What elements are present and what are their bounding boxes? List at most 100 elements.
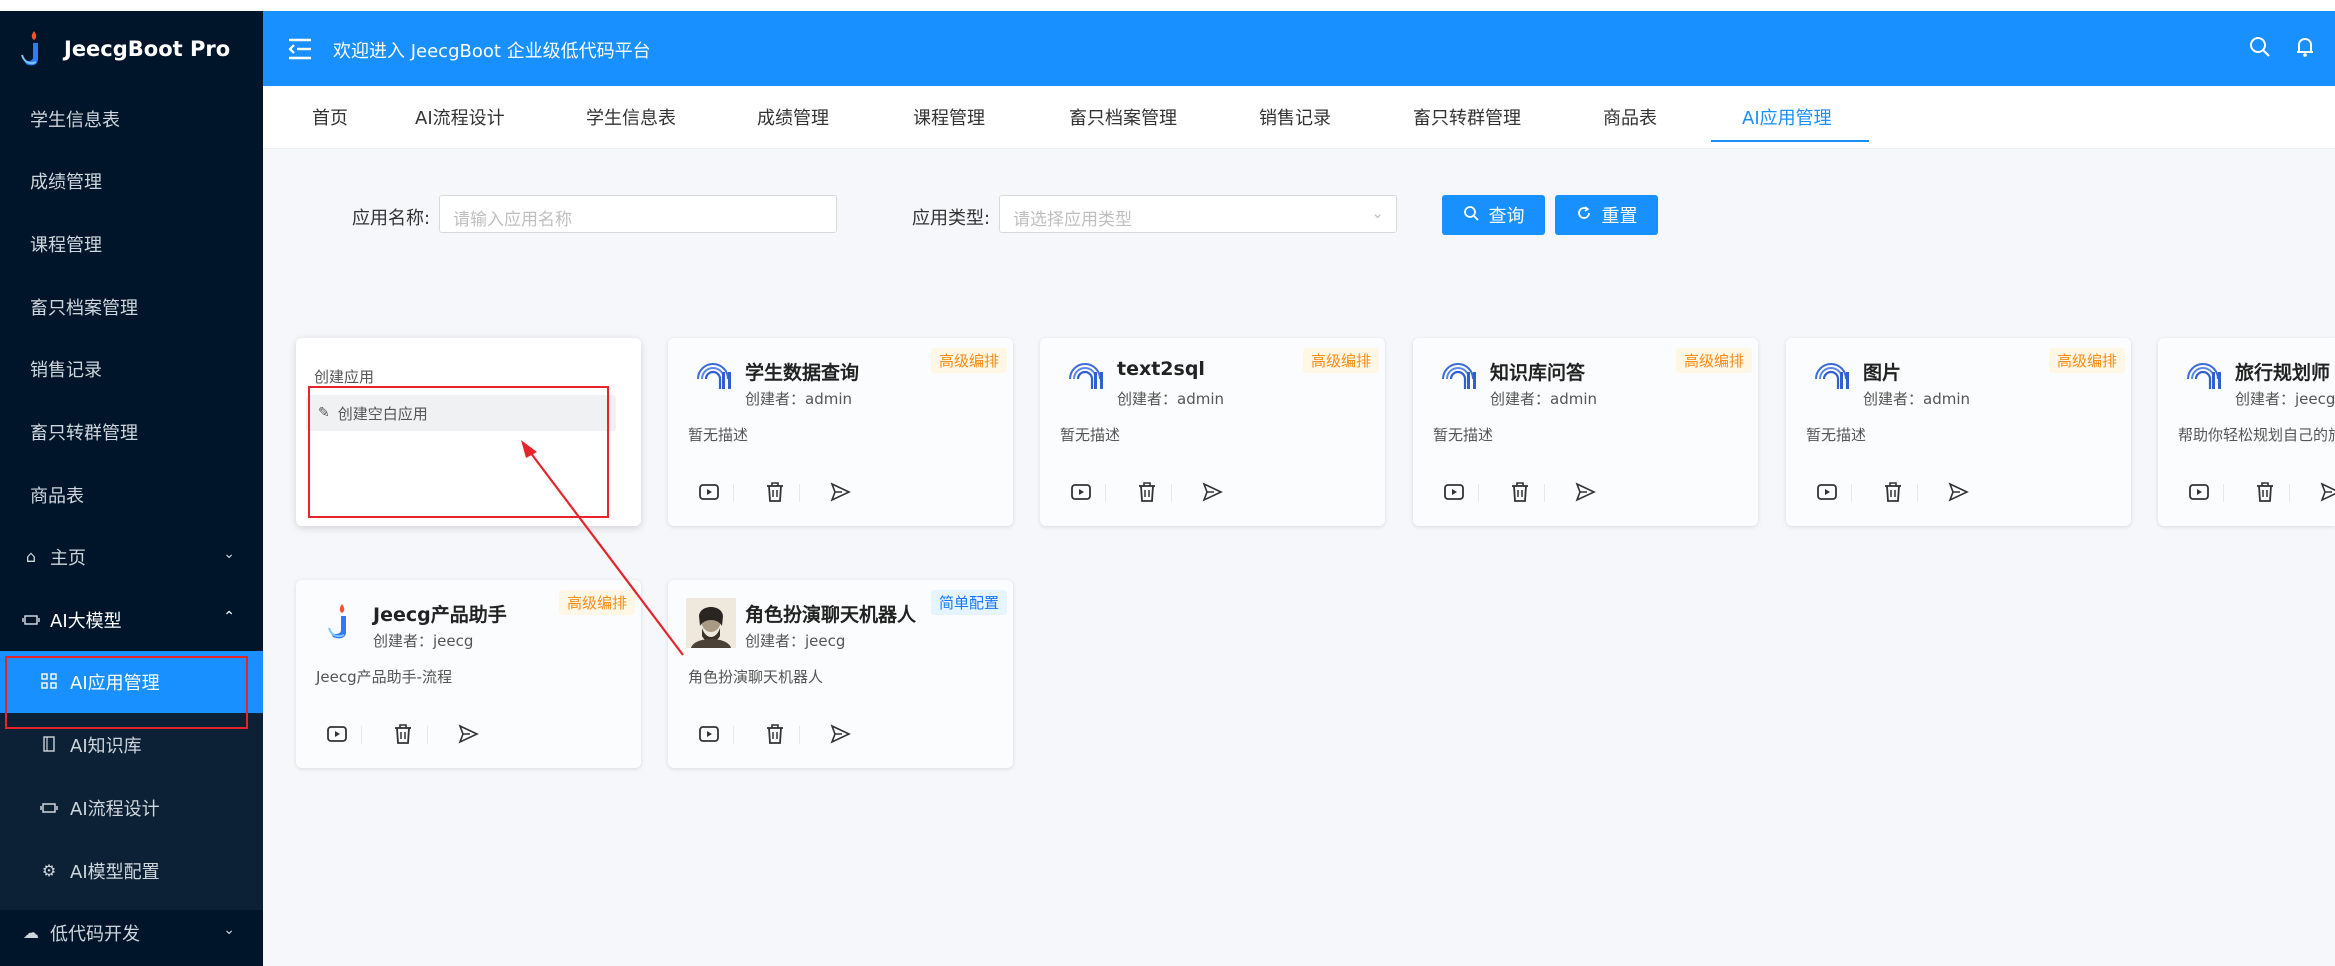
card-description: 角色扮演聊天机器人 (688, 668, 824, 686)
card-title: 角色扮演聊天机器人 (745, 604, 917, 626)
trash-icon[interactable] (2253, 480, 2277, 504)
sidebar-item-livestock-archive[interactable]: 畜只档案管理 (0, 276, 263, 338)
card-title: 旅行规划师 (2235, 362, 2331, 384)
sidebar-group-home[interactable]: ⌂ 主页 ⌄ (0, 526, 263, 588)
app-name-placeholder: 请输入应用名称 (453, 210, 572, 230)
card-creator: 创建者：jeecg (2235, 390, 2335, 408)
sidebar-item-label: AI大模型 (50, 611, 122, 632)
ai-model-icon (22, 611, 40, 629)
tab-livestock-transfer[interactable]: 畜只转群管理 (1413, 104, 1521, 130)
trash-icon[interactable] (391, 722, 415, 746)
ai-app-icon (2182, 358, 2224, 400)
app-card-image[interactable]: 高级编排 图片 创建者：admin 暂无描述 (1786, 338, 2131, 526)
sidebar-item-label: 畜只档案管理 (30, 298, 138, 319)
send-icon[interactable] (1946, 480, 1970, 504)
sidebar-item-label: 畜只转群管理 (30, 423, 138, 444)
sidebar-item-products[interactable]: 商品表 (0, 464, 263, 526)
reset-button-label: 重置 (1601, 206, 1638, 227)
sidebar-item-ai-model-config[interactable]: ⚙ AI模型配置 (0, 840, 263, 902)
divider (1171, 484, 1172, 502)
play-icon[interactable] (325, 722, 349, 746)
tab-ai-flow-design[interactable]: AI流程设计 (415, 104, 505, 130)
play-icon[interactable] (1442, 480, 1466, 504)
tab-sales[interactable]: 销售记录 (1259, 104, 1331, 130)
annotation-box-sidebar (5, 656, 248, 729)
divider (733, 484, 734, 502)
sidebar-item-label: 商品表 (30, 486, 84, 507)
app-name-input[interactable]: 请输入应用名称 (439, 195, 837, 233)
app-card-jeecg-assistant[interactable]: 高级编排 Jeecg产品助手 创建者：jeecg Jeecg产品助手-流程 (296, 580, 641, 768)
sidebar-item-label: 主页 (50, 548, 86, 569)
send-icon[interactable] (828, 480, 852, 504)
trash-icon[interactable] (763, 722, 787, 746)
bell-icon[interactable] (2293, 35, 2317, 59)
tab-home[interactable]: 首页 (312, 104, 348, 130)
card-actions (668, 722, 1013, 752)
play-icon[interactable] (1815, 480, 1839, 504)
tab-ai-app-management[interactable]: AI应用管理 (1742, 104, 1832, 130)
send-icon[interactable] (1573, 480, 1597, 504)
gear-icon: ⚙ (41, 861, 57, 880)
play-icon[interactable] (2187, 480, 2211, 504)
divider (2223, 484, 2224, 502)
divider (1851, 484, 1852, 502)
sidebar-item-sales[interactable]: 销售记录 (0, 338, 263, 400)
tab-bar: 首页 AI流程设计 学生信息表 成绩管理 课程管理 畜只档案管理 销售记录 畜只… (263, 86, 2335, 149)
tab-grades[interactable]: 成绩管理 (757, 104, 829, 130)
tab-products[interactable]: 商品表 (1603, 104, 1657, 130)
jeecg-logo-icon (21, 31, 38, 66)
card-title: 图片 (1863, 362, 1902, 384)
ai-app-icon (1810, 358, 1852, 400)
app-card-knowledge-qa[interactable]: 高级编排 知识库问答 创建者：admin 暂无描述 (1413, 338, 1758, 526)
divider (427, 726, 428, 744)
brand[interactable]: JeecgBoot Pro (0, 11, 263, 87)
sidebar-item-label: 学生信息表 (30, 110, 120, 131)
divider (799, 484, 800, 502)
card-title: Jeecg产品助手 (373, 604, 507, 626)
tab-livestock-archive[interactable]: 畜只档案管理 (1069, 104, 1177, 130)
ai-app-icon (692, 358, 734, 400)
send-icon[interactable] (456, 722, 480, 746)
reset-button[interactable]: 重置 (1555, 195, 1658, 235)
sidebar-item-courses[interactable]: 课程管理 (0, 213, 263, 275)
play-icon[interactable] (1069, 480, 1093, 504)
app-card-travel-planner[interactable]: 旅行规划师 创建者：jeecg 帮助你轻松规划自己的旅 (2158, 338, 2335, 526)
play-icon[interactable] (697, 480, 721, 504)
divider (1544, 484, 1545, 502)
tab-courses[interactable]: 课程管理 (913, 104, 985, 130)
sidebar-item-label: 课程管理 (30, 235, 102, 256)
sidebar-item-livestock-transfer[interactable]: 畜只转群管理 (0, 401, 263, 463)
app-card-text2sql[interactable]: 高级编排 text2sql 创建者：admin 暂无描述 (1040, 338, 1385, 526)
send-icon[interactable] (1200, 480, 1224, 504)
send-icon[interactable] (828, 722, 852, 746)
card-actions (296, 722, 641, 752)
tab-student-info[interactable]: 学生信息表 (586, 104, 676, 130)
trash-icon[interactable] (1135, 480, 1159, 504)
app-type-label: 应用类型: (912, 208, 991, 229)
play-icon[interactable] (697, 722, 721, 746)
ai-app-icon (1064, 358, 1106, 400)
search-icon[interactable] (2248, 35, 2272, 59)
send-icon[interactable] (2318, 480, 2335, 504)
app-card-roleplay-bot[interactable]: 简单配置 角色扮演聊天机器人 创建者：jeecg 角色扮演聊天机器人 (668, 580, 1013, 768)
sidebar-item-grades[interactable]: 成绩管理 (0, 150, 263, 212)
app-name-label: 应用名称: (352, 208, 431, 229)
menu-fold-icon[interactable] (287, 37, 313, 61)
query-button-label: 查询 (1488, 206, 1525, 227)
book-icon (40, 736, 58, 754)
trash-icon[interactable] (1508, 480, 1532, 504)
query-button[interactable]: 查询 (1442, 195, 1545, 235)
top-gap (0, 0, 2335, 11)
sidebar-item-ai-flow-design[interactable]: AI流程设计 (0, 777, 263, 839)
trash-icon[interactable] (763, 480, 787, 504)
sidebar-item-student-info[interactable]: 学生信息表 (0, 88, 263, 150)
sidebar-group-lowcode[interactable]: ☁ 低代码开发 ⌄ (0, 902, 263, 964)
chevron-down-icon: ⌄ (223, 546, 235, 562)
trash-icon[interactable] (1881, 480, 1905, 504)
card-creator: 创建者：jeecg (373, 632, 474, 650)
card-description: 暂无描述 (1060, 426, 1121, 444)
app-card-student-query[interactable]: 高级编排 学生数据查询 创建者：admin 暂无描述 (668, 338, 1013, 526)
divider (733, 726, 734, 744)
sidebar-group-ai-model[interactable]: AI大模型 ⌃ (0, 589, 263, 651)
app-type-select[interactable]: 请选择应用类型 ⌄ (999, 195, 1397, 233)
